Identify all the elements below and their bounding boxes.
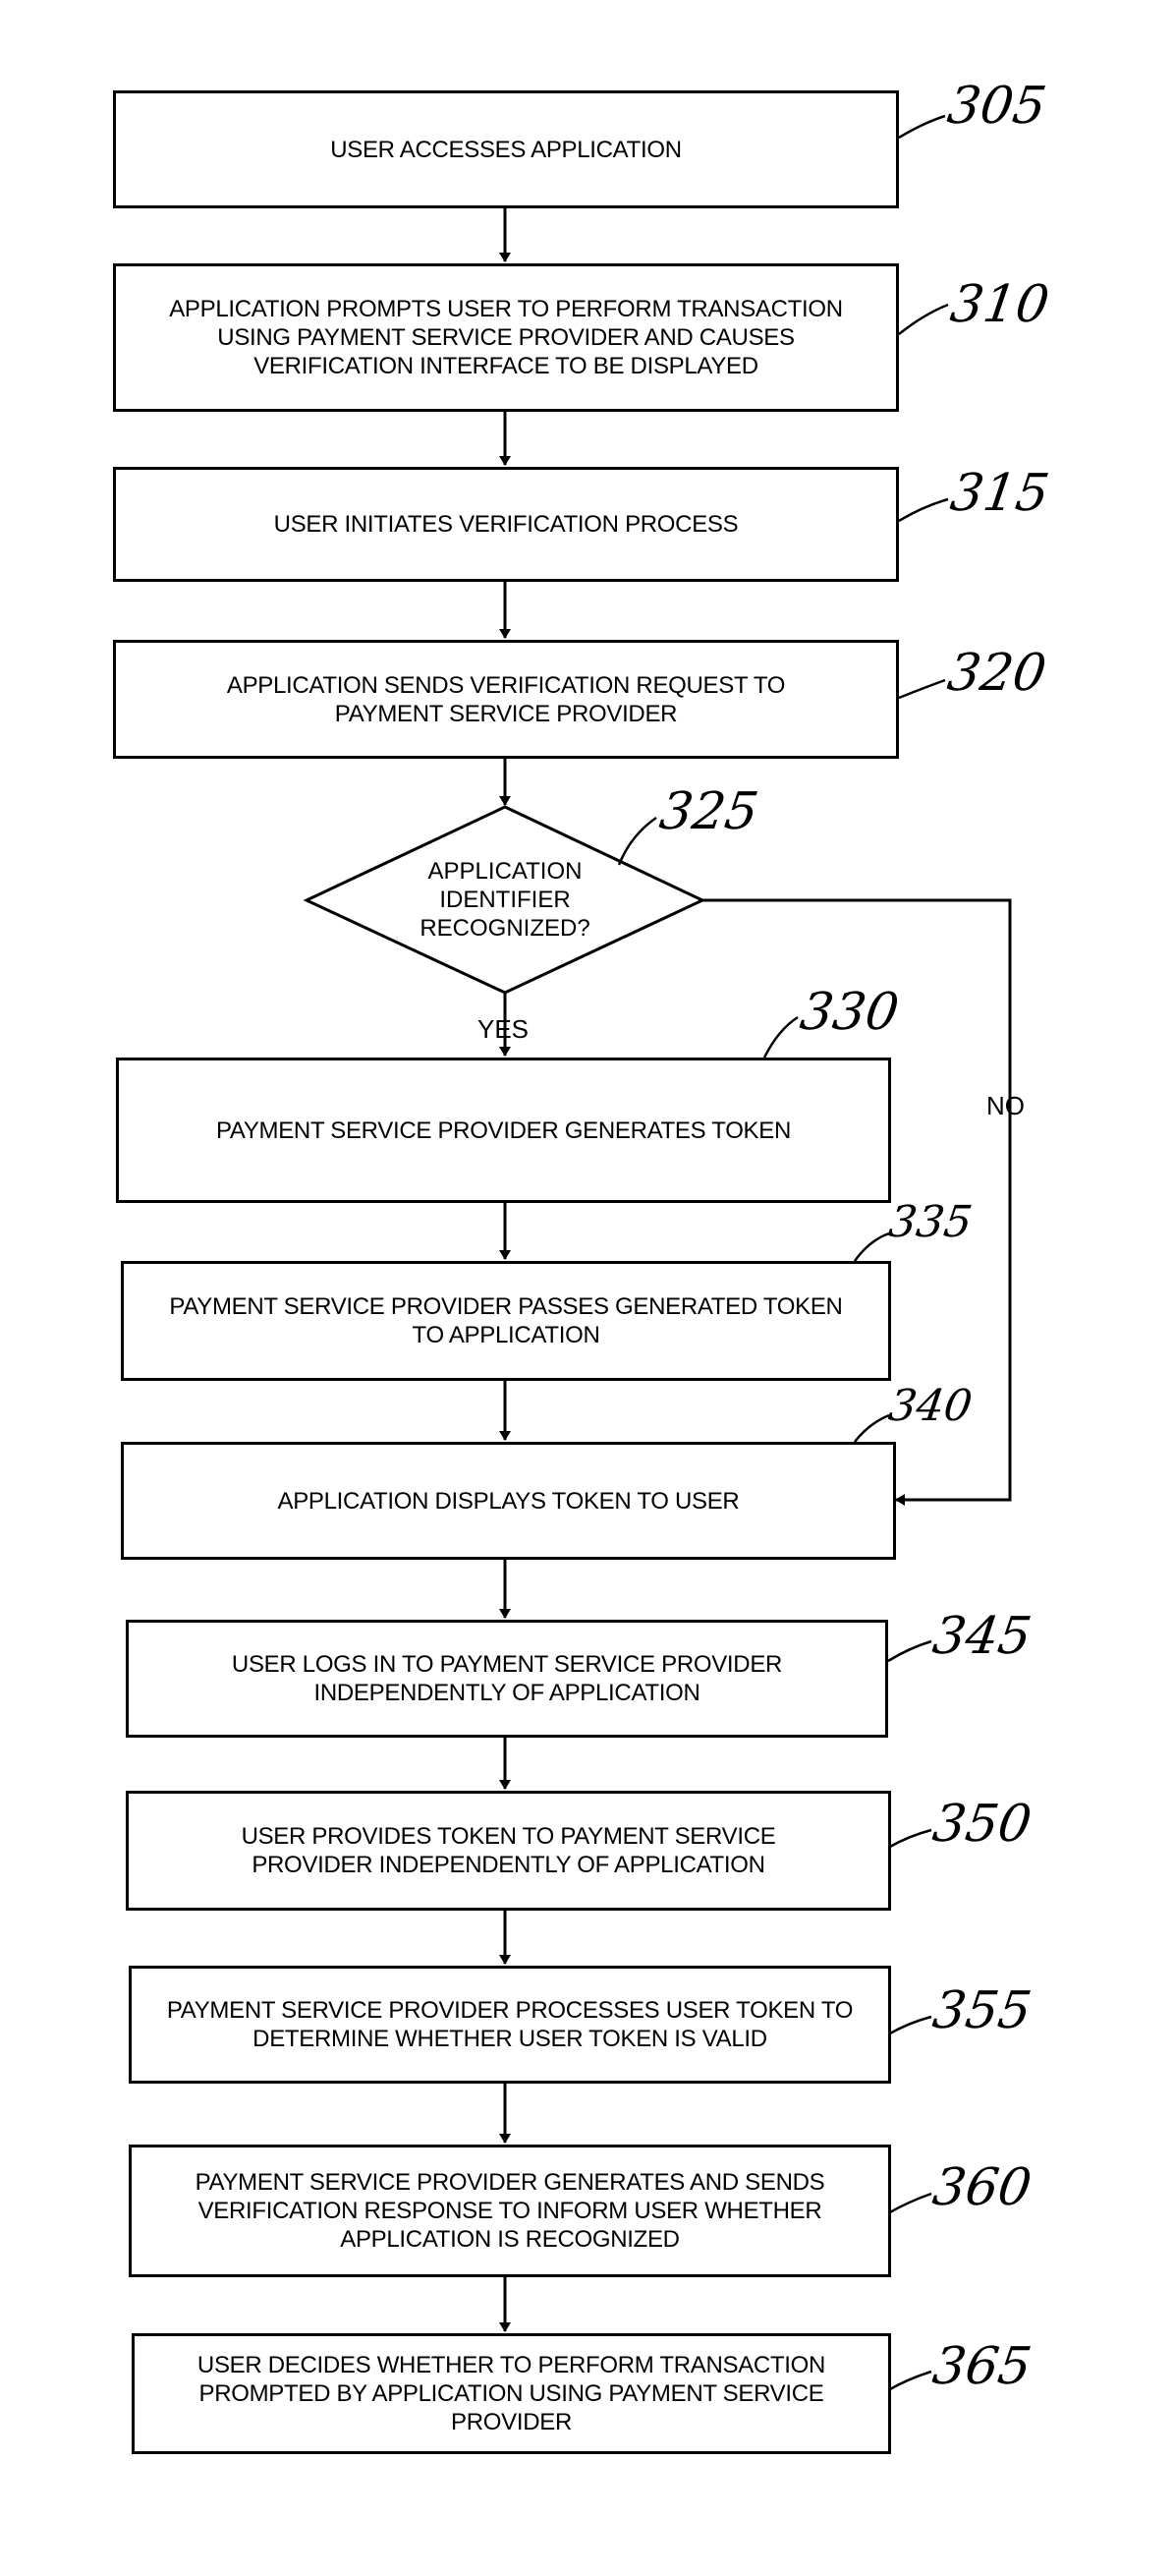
- step-text: USER PROVIDES TOKEN TO PAYMENT SERVICE P…: [241, 1823, 776, 1878]
- ref-numeral-310: 310: [946, 275, 1053, 334]
- ref-numeral-350: 350: [928, 1795, 1035, 1854]
- step-text: USER INITIATES VERIFICATION PROCESS: [273, 511, 739, 538]
- ref-numeral-320: 320: [943, 644, 1050, 703]
- step-box-360: PAYMENT SERVICE PROVIDER GENERATES AND S…: [129, 2145, 891, 2277]
- decision-line: APPLICATION: [427, 858, 583, 885]
- step-box-365: USER DECIDES WHETHER TO PERFORM TRANSACT…: [132, 2333, 891, 2454]
- ref-numeral-365: 365: [928, 2337, 1035, 2396]
- step-box-310: APPLICATION PROMPTS USER TO PERFORM TRAN…: [113, 263, 899, 412]
- no-label: NO: [986, 1091, 1025, 1120]
- step-box-335: PAYMENT SERVICE PROVIDER PASSES GENERATE…: [121, 1261, 891, 1381]
- decision-text: APPLICATION IDENTIFIER RECOGNIZED?: [358, 857, 652, 943]
- step-text: PAYMENT SERVICE PROVIDER GENERATES TOKEN: [215, 1116, 792, 1144]
- step-text: APPLICATION PROMPTS USER TO PERFORM TRAN…: [169, 296, 843, 379]
- step-box-345: USER LOGS IN TO PAYMENT SERVICE PROVIDER…: [126, 1620, 888, 1738]
- ref-numeral-315: 315: [946, 464, 1053, 523]
- ref-numeral-335: 335: [885, 1197, 976, 1247]
- step-box-330: PAYMENT SERVICE PROVIDER GENERATES TOKEN: [116, 1058, 891, 1203]
- step-box-315: USER INITIATES VERIFICATION PROCESS: [113, 467, 899, 582]
- step-text: PAYMENT SERVICE PROVIDER GENERATES AND S…: [195, 2169, 825, 2253]
- step-text: USER ACCESSES APPLICATION: [330, 136, 682, 163]
- step-text: USER LOGS IN TO PAYMENT SERVICE PROVIDER…: [231, 1651, 783, 1706]
- step-text: PAYMENT SERVICE PROVIDER PASSES GENERATE…: [169, 1293, 843, 1348]
- ref-numeral-345: 345: [928, 1607, 1035, 1666]
- step-box-355: PAYMENT SERVICE PROVIDER PROCESSES USER …: [129, 1966, 891, 2084]
- ref-numeral-355: 355: [928, 1981, 1035, 2040]
- step-box-350: USER PROVIDES TOKEN TO PAYMENT SERVICE P…: [126, 1791, 891, 1911]
- ref-numeral-330: 330: [796, 983, 903, 1042]
- ref-numeral-360: 360: [928, 2158, 1035, 2217]
- decision-line: IDENTIFIER: [439, 887, 571, 913]
- decision-line: RECOGNIZED?: [420, 915, 590, 942]
- step-box-305: USER ACCESSES APPLICATION: [113, 90, 899, 208]
- ref-numeral-325: 325: [655, 782, 762, 841]
- ref-numeral-340: 340: [885, 1381, 976, 1431]
- step-text: APPLICATION SENDS VERIFICATION REQUEST T…: [226, 671, 786, 727]
- step-box-340: APPLICATION DISPLAYS TOKEN TO USER: [121, 1442, 896, 1560]
- yes-label: YES: [477, 1014, 530, 1044]
- step-text: APPLICATION DISPLAYS TOKEN TO USER: [277, 1487, 740, 1515]
- step-box-320: APPLICATION SENDS VERIFICATION REQUEST T…: [113, 640, 899, 759]
- step-text: PAYMENT SERVICE PROVIDER PROCESSES USER …: [166, 1997, 854, 2052]
- step-text: USER DECIDES WHETHER TO PERFORM TRANSACT…: [196, 2352, 826, 2435]
- ref-numeral-305: 305: [943, 77, 1050, 136]
